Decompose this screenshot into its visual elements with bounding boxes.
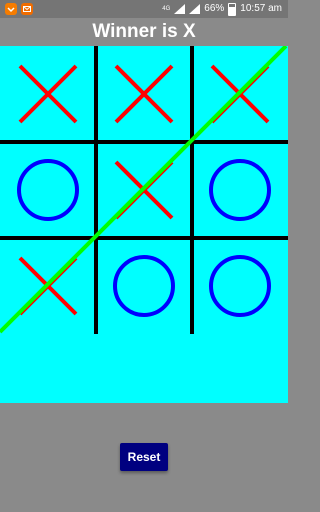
battery-percent: 66% <box>204 3 225 14</box>
reset-button[interactable]: Reset <box>120 443 168 471</box>
cell-2-2[interactable] <box>192 238 288 334</box>
cell-1-0[interactable] <box>0 142 96 238</box>
mail-notification-icon <box>21 3 33 15</box>
cell-2-1[interactable] <box>96 238 192 334</box>
battery-icon <box>228 2 237 16</box>
board-canvas <box>0 46 288 334</box>
game-board <box>0 46 288 403</box>
clock: 10:57 am <box>240 3 282 14</box>
signal-icon-2 <box>189 4 201 14</box>
signal-icon <box>174 4 186 14</box>
cell-1-2[interactable] <box>192 142 288 238</box>
app-notification-icon <box>5 3 17 15</box>
network-type: 4G <box>162 6 171 12</box>
status-bar: 4G 66% 10:57 am <box>0 0 288 18</box>
winner-title: Winner is X <box>0 18 288 46</box>
